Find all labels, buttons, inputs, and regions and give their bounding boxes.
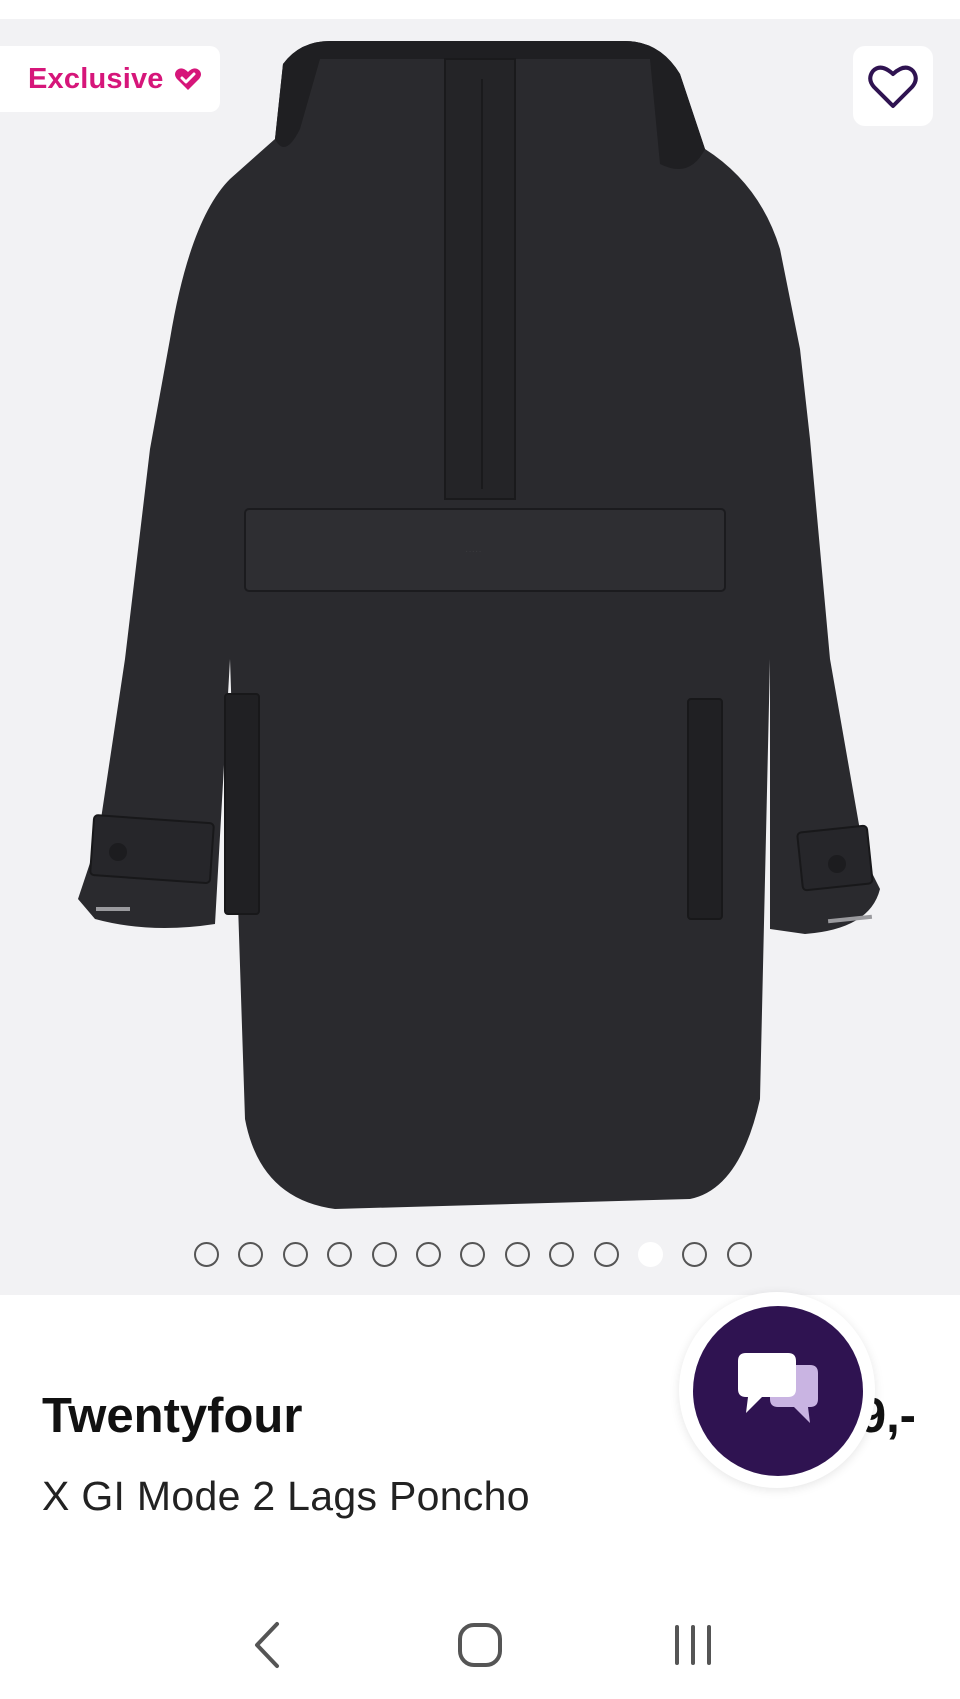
nav-home-button[interactable] — [440, 1605, 520, 1685]
product-brand: Twentyfour — [42, 1389, 303, 1443]
svg-text:·····: ····· — [465, 546, 482, 557]
chat-bubbles-icon — [738, 1353, 818, 1423]
nav-recents-button[interactable] — [653, 1605, 733, 1685]
back-chevron-icon — [254, 1621, 279, 1668]
pagination-dot[interactable] — [238, 1241, 264, 1267]
pagination-dot[interactable] — [371, 1241, 397, 1267]
product-photo: ····· — [78, 41, 880, 1209]
pagination-dot[interactable] — [282, 1241, 308, 1267]
gallery-pagination[interactable] — [194, 1241, 752, 1267]
heart-outline-icon — [868, 65, 918, 108]
pagination-dot[interactable] — [726, 1241, 752, 1267]
chat-button[interactable] — [693, 1306, 863, 1476]
exclusive-label: Exclusive — [28, 62, 164, 95]
pagination-dot[interactable] — [549, 1241, 575, 1267]
recents-icon — [675, 1624, 712, 1665]
pagination-dot[interactable] — [415, 1241, 441, 1267]
pagination-dot[interactable] — [327, 1241, 353, 1267]
pagination-dot[interactable] — [593, 1241, 619, 1267]
product-name: X GI Mode 2 Lags Poncho — [42, 1473, 530, 1519]
product-image-gallery[interactable]: ····· Exclusive — [0, 19, 960, 1295]
home-icon — [457, 1622, 502, 1667]
wishlist-button[interactable] — [853, 46, 933, 126]
pagination-dot[interactable] — [504, 1241, 530, 1267]
pagination-dot[interactable] — [460, 1241, 486, 1267]
exclusive-badge: Exclusive — [0, 46, 220, 112]
heart-check-icon — [174, 68, 201, 90]
pagination-dot[interactable] — [194, 1241, 219, 1267]
system-navigation-bar — [0, 1590, 960, 1699]
nav-back-button[interactable] — [227, 1605, 307, 1685]
pagination-dot-active[interactable] — [637, 1241, 663, 1267]
pagination-dot[interactable] — [682, 1241, 708, 1267]
status-bar-area — [0, 0, 960, 19]
